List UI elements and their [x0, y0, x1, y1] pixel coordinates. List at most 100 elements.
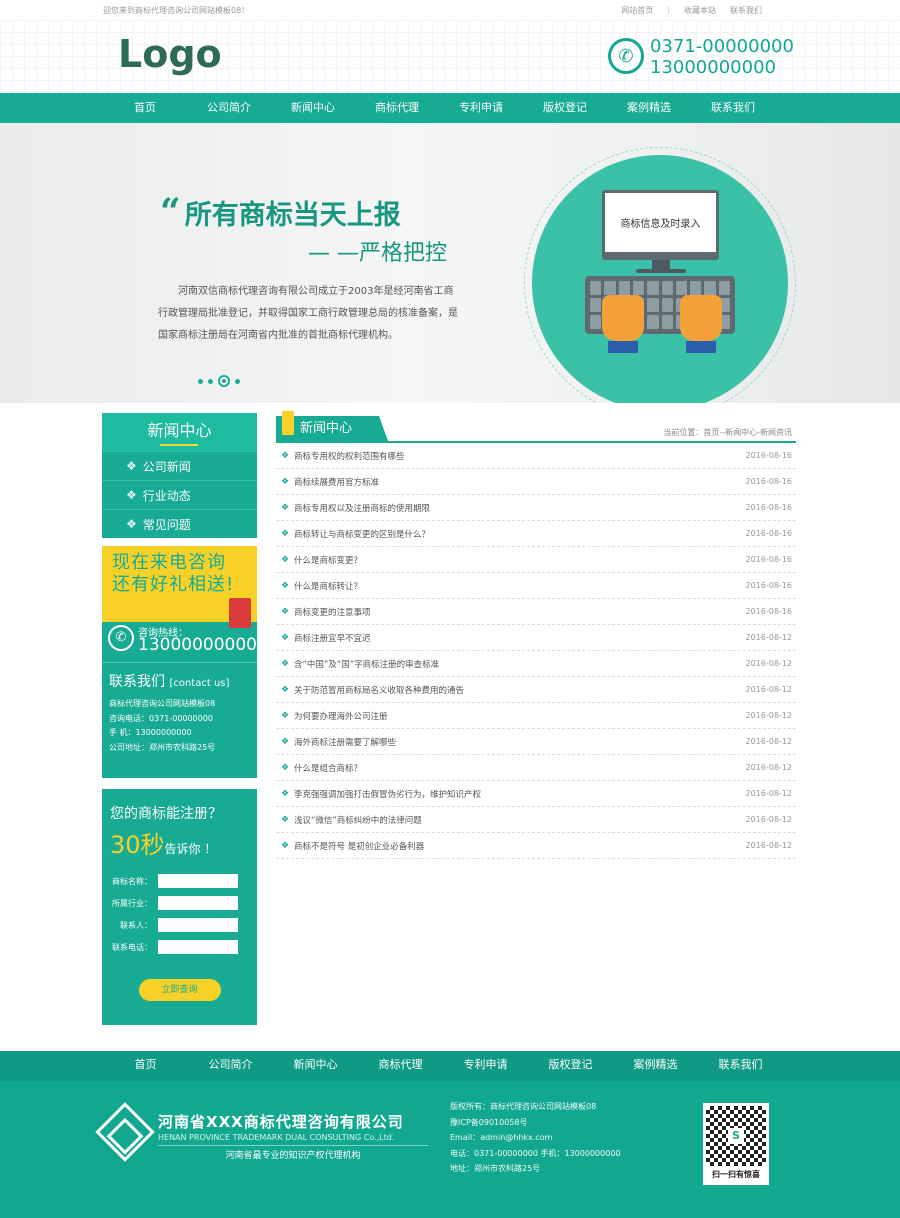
news-title[interactable]: 海外商标注册需要了解哪些: [294, 736, 396, 748]
gift-icon: [229, 598, 251, 628]
logo[interactable]: Logo: [118, 32, 222, 76]
footer-info-line: Email：admin@hhkx.com: [450, 1133, 553, 1142]
sidebar-item-faq[interactable]: ❖ 常见问题: [102, 509, 257, 538]
news-title[interactable]: 商标续展费用官方标准: [294, 476, 379, 488]
footer-nav-trademark[interactable]: 商标代理: [358, 1051, 443, 1081]
nav-item-patent[interactable]: 专利申请: [439, 93, 523, 123]
news-bullet-icon: ❖: [280, 788, 290, 799]
carousel-dot[interactable]: [208, 378, 213, 384]
footer-nav-home[interactable]: 首页: [103, 1051, 188, 1081]
contact-link[interactable]: 联系我们: [730, 5, 762, 16]
sidebar-news-box: 新闻中心 ❖ 公司新闻 ❖ 行业动态 ❖ 常见问题: [102, 413, 257, 538]
news-title[interactable]: 商标专用权的权利范围有哪些: [294, 450, 405, 462]
news-item[interactable]: ❖ 商标不是符号 是初创企业必备利器 2016-08-12: [276, 833, 796, 859]
hotline-number: 13000000000: [138, 635, 257, 655]
news-item[interactable]: ❖ 李克强强调加强打击假冒伪劣行为，维护知识产权 2016-08-12: [276, 781, 796, 807]
monitor-illustration: 商标信息及时录入: [602, 190, 719, 260]
diamond-icon: ❖: [126, 517, 137, 531]
footer-nav-patent[interactable]: 专利申请: [443, 1051, 528, 1081]
query-question: 您的商标能注册？: [110, 806, 222, 822]
news-item[interactable]: ❖ 关于防范冒用商标局名义收取各种费用的通告 2016-08-12: [276, 677, 796, 703]
news-title[interactable]: 关于防范冒用商标局名义收取各种费用的通告: [294, 684, 464, 696]
contact-title: 联系我们 [contact us]: [109, 671, 250, 691]
news-date: 2016-08-12: [745, 685, 793, 694]
news-title[interactable]: 商标不是符号 是初创企业必备利器: [294, 840, 424, 852]
news-item[interactable]: ❖ 商标专用权以及注册商标的使用期限 2016-08-16: [276, 495, 796, 521]
carousel-dot-active[interactable]: [218, 375, 230, 387]
news-date: 2016-08-12: [745, 841, 793, 850]
news-title[interactable]: 为何要办理海外公司注册: [294, 710, 388, 722]
news-item[interactable]: ❖ 为何要办理海外公司注册 2016-08-12: [276, 703, 796, 729]
news-item[interactable]: ❖ 商标转让与商标变更的区别是什么？ 2016-08-16: [276, 521, 796, 547]
news-date: 2016-08-12: [745, 659, 793, 668]
news-title[interactable]: 商标转让与商标变更的区别是什么？: [294, 528, 430, 540]
industry-input[interactable]: [158, 896, 238, 910]
nav-item-news[interactable]: 新闻中心: [271, 93, 355, 123]
nav-item-contact[interactable]: 联系我们: [691, 93, 775, 123]
promo-line-2: 还有好礼相送!: [112, 574, 235, 595]
news-title[interactable]: 李克强强调加强打击假冒伪劣行为，维护知识产权: [294, 788, 481, 800]
form-row: 联系电话：: [110, 940, 249, 954]
news-date: 2016-08-16: [745, 451, 793, 460]
news-title[interactable]: 浅议“微信”商标纠纷中的法律问题: [294, 814, 422, 826]
news-item[interactable]: ❖ 什么是组合商标？ 2016-08-12: [276, 755, 796, 781]
query-button[interactable]: 立即查询: [138, 979, 221, 1001]
sidebar-item-label: 常见问题: [142, 517, 191, 532]
news-item[interactable]: ❖ 什么是商标转让？ 2016-08-16: [276, 573, 796, 599]
company-logo-icon: [95, 1102, 155, 1162]
news-title[interactable]: 商标注册宜早不宜迟: [294, 632, 371, 644]
news-title[interactable]: 什么是商标变更？: [294, 554, 362, 566]
news-bullet-icon: ❖: [280, 762, 290, 773]
footer-nav-contact[interactable]: 联系我们: [698, 1051, 783, 1081]
carousel-dot[interactable]: [198, 378, 203, 384]
nav-item-home[interactable]: 首页: [103, 93, 187, 123]
footer-nav-copyright[interactable]: 版权登记: [528, 1051, 613, 1081]
news-title[interactable]: 含“中国”及“国”字商标注册的审查标准: [294, 658, 439, 670]
carousel-dot[interactable]: [235, 378, 240, 384]
footer-nav: 首页 公司简介 新闻中心 商标代理 专利申请 版权登记 案例精选 联系我们: [0, 1051, 900, 1081]
trademark-name-input[interactable]: [158, 874, 238, 888]
query-seconds: 30秒: [110, 831, 165, 859]
home-link[interactable]: 网站首页: [621, 5, 653, 16]
news-item[interactable]: ❖ 什么是商标变更？ 2016-08-16: [276, 547, 796, 573]
news-item[interactable]: ❖ 海外商标注册需要了解哪些 2016-08-12: [276, 729, 796, 755]
footer-info-line: 地址：郑州市农科路25号: [450, 1164, 541, 1173]
footer-nav-cases[interactable]: 案例精选: [613, 1051, 698, 1081]
field-label: 所属行业：: [112, 898, 152, 908]
banner-subline: — —严格把控: [308, 241, 447, 266]
news-title[interactable]: 商标变更的注意事项: [294, 606, 371, 618]
footer-nav-about[interactable]: 公司简介: [188, 1051, 273, 1081]
contact-person-input[interactable]: [158, 918, 238, 932]
news-title[interactable]: 什么是组合商标？: [294, 762, 362, 774]
news-item[interactable]: ❖ 含“中国”及“国”字商标注册的审查标准 2016-08-12: [276, 651, 796, 677]
news-item[interactable]: ❖ 商标变更的注意事项 2016-08-16: [276, 599, 796, 625]
phone-icon: ✆: [608, 38, 644, 74]
news-item[interactable]: ❖ 浅议“微信”商标纠纷中的法律问题 2016-08-12: [276, 807, 796, 833]
bookmark-icon: [282, 411, 294, 435]
news-item[interactable]: ❖ 商标续展费用官方标准 2016-08-16: [276, 469, 796, 495]
news-title[interactable]: 什么是商标转让？: [294, 580, 362, 592]
news-bullet-icon: ❖: [280, 736, 290, 747]
diamond-icon: ❖: [126, 459, 137, 473]
main-nav: 首页 公司简介 新闻中心 商标代理 专利申请 版权登记 案例精选 联系我们: [0, 93, 900, 123]
sidebar-title: 新闻中心: [102, 413, 257, 451]
news-item[interactable]: ❖ 商标注册宜早不宜迟 2016-08-12: [276, 625, 796, 651]
nav-item-copyright[interactable]: 版权登记: [523, 93, 607, 123]
nav-item-about[interactable]: 公司简介: [187, 93, 271, 123]
sidebar-item-industry[interactable]: ❖ 行业动态: [102, 480, 257, 509]
news-title[interactable]: 商标专用权以及注册商标的使用期限: [294, 502, 430, 514]
left-cuff: [608, 341, 638, 353]
news-bullet-icon: ❖: [280, 476, 290, 487]
nav-item-trademark[interactable]: 商标代理: [355, 93, 439, 123]
sidebar-item-company-news[interactable]: ❖ 公司新闻: [102, 451, 257, 480]
footer-nav-news[interactable]: 新闻中心: [273, 1051, 358, 1081]
welcome-text: 迎您来到商标代理咨询公司网站模板08！: [103, 6, 250, 15]
news-item[interactable]: ❖ 商标专用权的权利范围有哪些 2016-08-16: [276, 443, 796, 469]
nav-item-cases[interactable]: 案例精选: [607, 93, 691, 123]
contact-line: 公司地址：郑州市农科路25号: [109, 742, 216, 752]
contact-phone-input[interactable]: [158, 940, 238, 954]
news-date: 2016-08-16: [745, 503, 793, 512]
bookmark-link[interactable]: 收藏本站: [684, 5, 716, 16]
promo-line-1: 现在来电咨询: [112, 552, 226, 573]
news-date: 2016-08-16: [745, 555, 793, 564]
